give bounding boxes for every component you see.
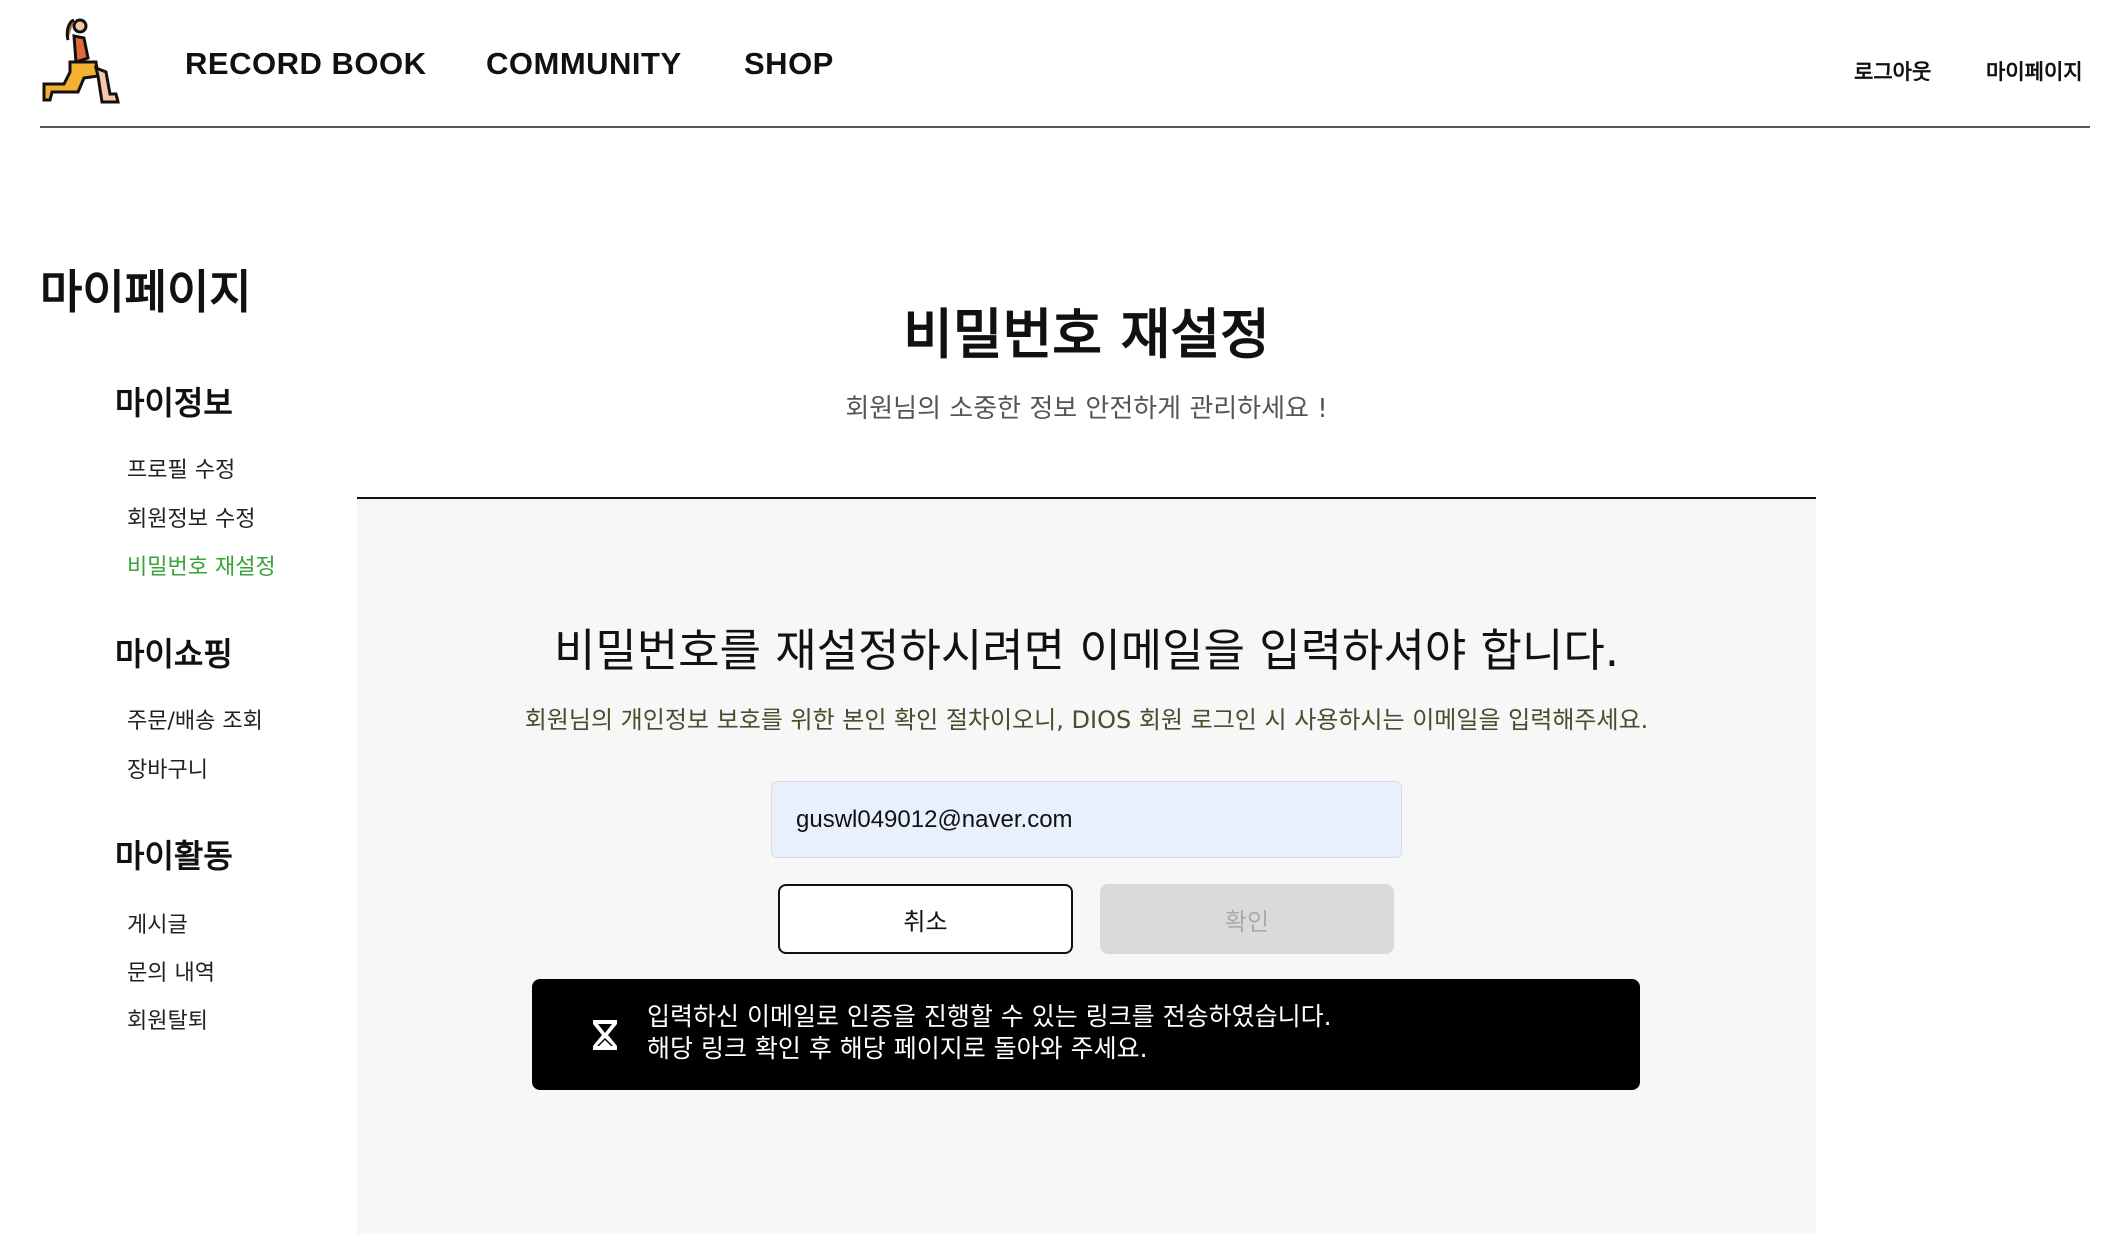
sidebar-item-member-info-edit[interactable]: 회원정보 수정 (127, 501, 255, 533)
runner-logo-icon (42, 18, 120, 104)
sidebar-item-password-reset[interactable]: 비밀번호 재설정 (127, 549, 276, 581)
page-title: 비밀번호 재설정 (903, 303, 1270, 366)
logout-link[interactable]: 로그아웃 (1854, 56, 1931, 86)
nav-record-book[interactable]: RECORD BOOK (185, 46, 426, 82)
page-subtitle: 회원님의 소중한 정보 안전하게 관리하세요 ! (845, 394, 1328, 424)
section-my-info: 마이정보 (115, 384, 233, 422)
mypage-link[interactable]: 마이페이지 (1986, 56, 2083, 86)
sidebar-title: 마이페이지 (40, 265, 252, 319)
nav-shop[interactable]: SHOP (744, 46, 834, 82)
cancel-button[interactable]: 취소 (778, 884, 1073, 954)
logo[interactable] (40, 16, 136, 104)
panel-description: 회원님의 개인정보 보호를 위한 본인 확인 절차이오니, DIOS 회원 로그… (524, 706, 1649, 734)
sidebar-item-withdraw[interactable]: 회원탈퇴 (127, 1003, 208, 1035)
header-divider (40, 126, 2090, 128)
confirm-button[interactable]: 확인 (1100, 884, 1394, 954)
section-my-activity: 마이활동 (115, 837, 233, 875)
sidebar-item-inquiries[interactable]: 문의 내역 (127, 955, 215, 987)
nav-community[interactable]: COMMUNITY (486, 46, 682, 82)
sidebar-item-posts[interactable]: 게시글 (127, 907, 188, 939)
section-my-shopping: 마이쇼핑 (115, 635, 233, 673)
panel-heading: 비밀번호를 재설정하시려면 이메일을 입력하셔야 합니다. (553, 624, 1620, 677)
toast-line-2: 해당 링크 확인 후 해당 페이지로 돌아와 주세요. (647, 1034, 1148, 1063)
email-input[interactable] (771, 781, 1402, 858)
sidebar-item-cart[interactable]: 장바구니 (127, 752, 208, 784)
toast-message: 입력하신 이메일로 인증을 진행할 수 있는 링크를 전송하였습니다. 해당 링… (532, 979, 1640, 1090)
sidebar-item-profile-edit[interactable]: 프로필 수정 (127, 452, 235, 484)
reset-panel (357, 497, 1816, 1234)
toast-line-1: 입력하신 이메일로 인증을 진행할 수 있는 링크를 전송하였습니다. (647, 1002, 1332, 1031)
sidebar-item-orders[interactable]: 주문/배송 조회 (127, 703, 263, 735)
hourglass-icon (593, 1020, 617, 1050)
